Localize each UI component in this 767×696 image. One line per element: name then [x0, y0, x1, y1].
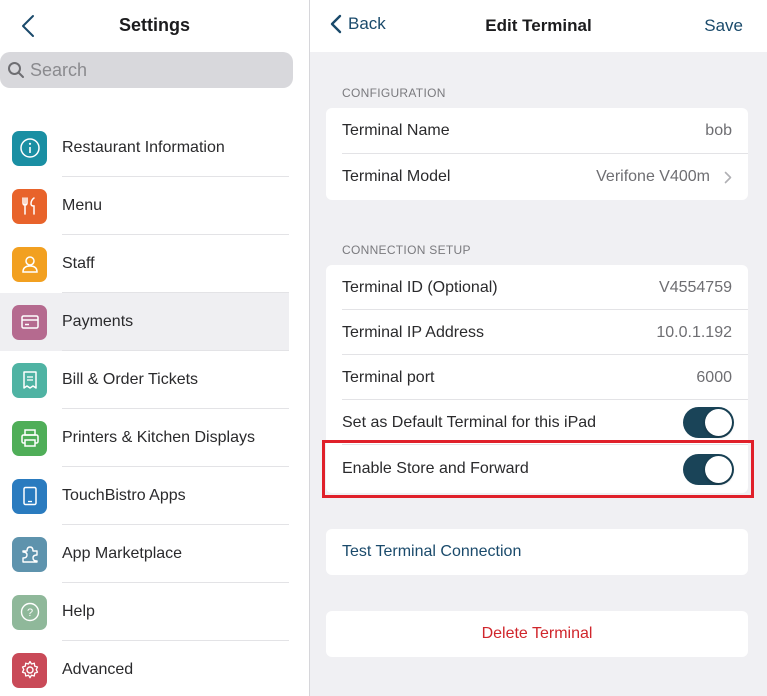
terminal-port-row[interactable]: Terminal port 6000 [326, 355, 748, 400]
test-connection-label: Test Terminal Connection [342, 543, 522, 560]
menu-item-printers-kitchen-displays[interactable]: Printers & Kitchen Displays [0, 409, 289, 467]
menu-item-label: Restaurant Information [62, 139, 225, 156]
page-title: Edit Terminal [485, 16, 592, 35]
terminal-id-label: Terminal ID (Optional) [342, 278, 498, 296]
card-icon [12, 304, 47, 340]
terminal-id-value[interactable]: V4554759 [659, 279, 732, 297]
terminal-model-value: Verifone V400m [596, 168, 710, 185]
menu-item-label: Bill & Order Tickets [62, 371, 199, 388]
search-input[interactable] [30, 52, 285, 88]
printer-icon [12, 420, 47, 456]
tablet-icon [12, 478, 47, 514]
default-terminal-row: Set as Default Terminal for this iPad [326, 400, 748, 445]
person-icon [12, 246, 47, 282]
menu-item-label: App Marketplace [62, 545, 183, 562]
terminal-ip-label: Terminal IP Address [342, 323, 484, 341]
menu-item-app-marketplace[interactable]: App Marketplace [0, 525, 289, 583]
svg-text:?: ? [26, 607, 32, 619]
edit-terminal-pane: Back Edit Terminal Save CONFIGURATION Te… [310, 0, 767, 696]
terminal-name-row[interactable]: Terminal Name bob [326, 108, 748, 154]
default-terminal-toggle[interactable] [683, 407, 734, 438]
configuration-card: Terminal Name bob Terminal Model Verifon… [326, 108, 748, 200]
settings-title: Settings [118, 15, 190, 35]
edit-terminal-header: Back Edit Terminal Save [310, 0, 767, 52]
terminal-model-label: Terminal Model [342, 168, 451, 185]
menu-item-label: Staff [62, 255, 95, 272]
menu-item-touchbistro-apps[interactable]: TouchBistro Apps [0, 467, 289, 525]
gear-icon [12, 652, 47, 688]
settings-header: Settings [0, 0, 309, 50]
menu-item-label: Menu [62, 197, 103, 214]
help-icon: ? [12, 594, 47, 630]
menu-item-bill-order-tickets[interactable]: Bill & Order Tickets [0, 351, 289, 409]
chevron-right-icon [724, 171, 732, 184]
store-forward-row: Enable Store and Forward [326, 445, 748, 493]
menu-item-label: Printers & Kitchen Displays [62, 429, 255, 446]
default-terminal-label: Set as Default Terminal for this iPad [342, 413, 597, 431]
connection-card: Terminal ID (Optional) V4554759 Terminal… [326, 265, 748, 493]
terminal-port-value[interactable]: 6000 [696, 369, 732, 387]
search-icon [8, 62, 24, 78]
settings-pane: Settings Restaurant Information Menu [0, 0, 309, 696]
terminal-id-row[interactable]: Terminal ID (Optional) V4554759 [326, 265, 748, 310]
store-forward-label: Enable Store and Forward [342, 460, 529, 477]
save-button[interactable]: Save [704, 16, 743, 36]
menu-item-restaurant-information[interactable]: Restaurant Information [0, 119, 289, 177]
delete-terminal-label: Delete Terminal [481, 625, 593, 642]
settings-menu: Restaurant Information Menu Staff Paymen… [0, 119, 289, 696]
terminal-ip-row[interactable]: Terminal IP Address 10.0.1.192 [326, 310, 748, 355]
menu-item-help[interactable]: ? Help [0, 583, 289, 641]
menu-item-label: Help [62, 603, 95, 620]
menu-item-staff[interactable]: Staff [0, 235, 289, 293]
menu-item-label: Advanced [62, 661, 134, 678]
receipt-icon [12, 362, 47, 398]
search-bar[interactable] [0, 52, 293, 88]
terminal-port-label: Terminal port [342, 368, 435, 386]
info-icon [12, 130, 47, 166]
terminal-name-label: Terminal Name [342, 122, 450, 139]
utensils-icon [12, 188, 47, 224]
menu-item-menu[interactable]: Menu [0, 177, 289, 235]
menu-item-label: Payments [62, 313, 134, 330]
connection-section-title: CONNECTION SETUP [342, 243, 471, 257]
puzzle-icon [12, 536, 47, 572]
terminal-ip-value[interactable]: 10.0.1.192 [656, 324, 732, 342]
menu-item-payments[interactable]: Payments [0, 293, 289, 351]
test-connection-button[interactable]: Test Terminal Connection [326, 529, 748, 575]
configuration-section-title: CONFIGURATION [342, 86, 446, 100]
menu-item-label: TouchBistro Apps [62, 487, 186, 504]
delete-terminal-button[interactable]: Delete Terminal [326, 611, 748, 657]
terminal-model-row[interactable]: Terminal Model Verifone V400m [326, 154, 748, 200]
store-forward-toggle[interactable] [683, 453, 734, 485]
menu-item-advanced[interactable]: Advanced [0, 641, 289, 696]
terminal-name-value[interactable]: bob [705, 122, 732, 140]
